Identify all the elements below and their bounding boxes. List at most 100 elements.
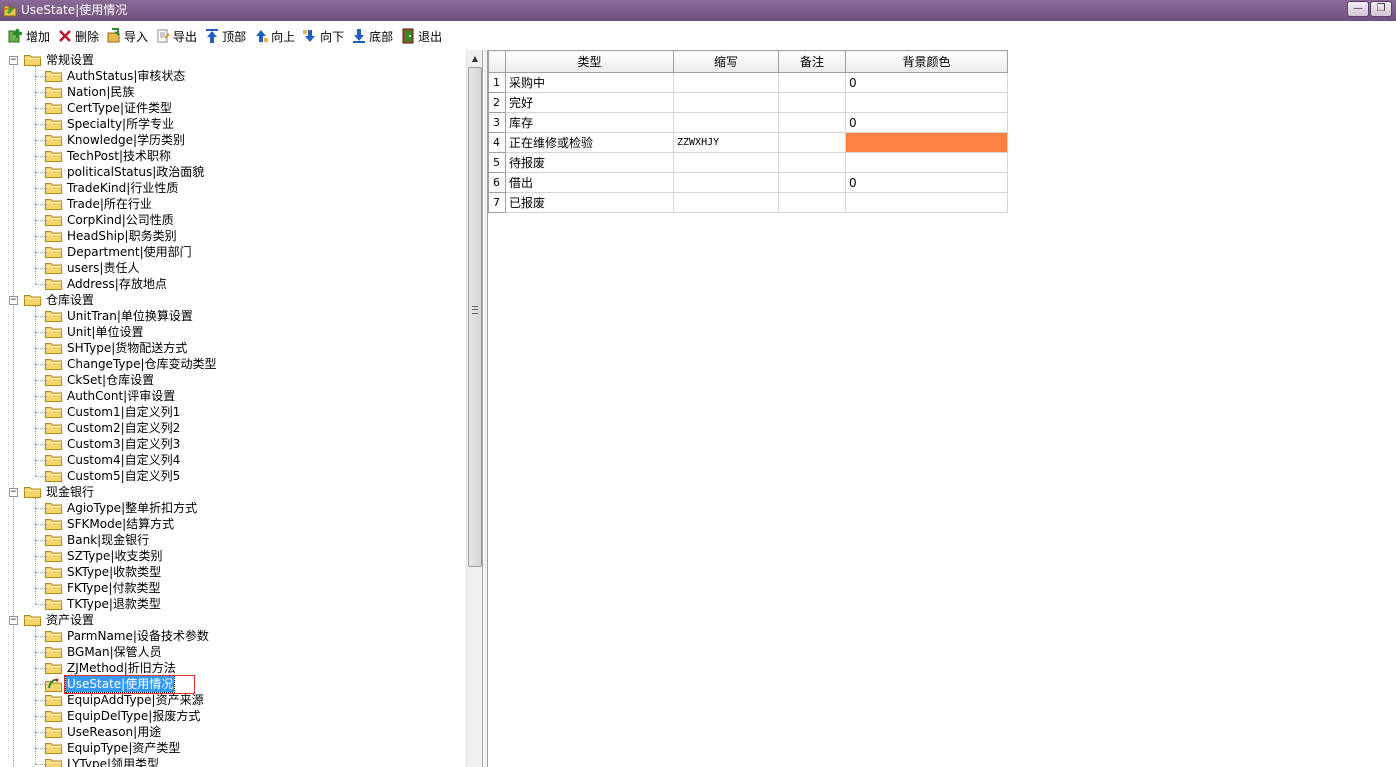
tree-item[interactable]: ZJMethod|折旧方法 bbox=[45, 660, 177, 676]
background-color-cell[interactable] bbox=[845, 192, 1008, 213]
collapse-toggle-icon[interactable]: − bbox=[9, 55, 18, 65]
column-header[interactable]: 备注 bbox=[778, 50, 846, 73]
note-cell[interactable] bbox=[778, 112, 846, 133]
tree-item[interactable]: CkSet|仓库设置 bbox=[45, 372, 155, 388]
background-color-cell[interactable]: 0 bbox=[845, 72, 1008, 93]
table-row[interactable]: 2 完好 bbox=[488, 92, 1008, 113]
tree-group-1[interactable]: − 常规设置 bbox=[9, 52, 95, 68]
tree-item[interactable]: ChangeType|仓库变动类型 bbox=[45, 356, 218, 372]
background-color-cell[interactable]: 0 bbox=[845, 172, 1008, 193]
column-header[interactable]: 背景颜色 bbox=[845, 50, 1008, 73]
abbreviation-cell[interactable] bbox=[673, 92, 779, 113]
grid-corner-cell[interactable] bbox=[488, 50, 506, 73]
note-cell[interactable] bbox=[778, 92, 846, 113]
tree-item[interactable]: CorpKind|公司性质 bbox=[45, 212, 175, 228]
note-cell[interactable] bbox=[778, 192, 846, 213]
table-row[interactable]: 6 借出 0 bbox=[488, 172, 1008, 193]
tree-item[interactable]: SZType|收支类别 bbox=[45, 548, 163, 564]
table-row[interactable]: 7 已报废 bbox=[488, 192, 1008, 213]
abbreviation-cell[interactable] bbox=[673, 112, 779, 133]
add-button[interactable]: 增加 bbox=[8, 25, 50, 47]
tree-item[interactable]: Unit|单位设置 bbox=[45, 324, 144, 340]
tree-item[interactable]: CertType|证件类型 bbox=[45, 100, 173, 116]
tree-item[interactable]: Nation|民族 bbox=[45, 84, 135, 100]
export-button[interactable]: 导出 bbox=[155, 25, 197, 47]
tree-item[interactable]: Custom2|自定义列2 bbox=[45, 420, 181, 436]
tree-item[interactable]: politicalStatus|政治面貌 bbox=[45, 164, 205, 180]
tree-item[interactable]: Address|存放地点 bbox=[45, 276, 168, 292]
settings-tree[interactable]: − 常规设置 AuthStatus|审核状态 Nation|民族 CertType|证件… bbox=[0, 50, 466, 767]
type-cell[interactable]: 已报废 bbox=[505, 192, 674, 213]
exit-button[interactable]: 退出 bbox=[400, 25, 442, 47]
tree-item[interactable]: UnitTran|单位换算设置 bbox=[45, 308, 194, 324]
tree-item[interactable]: AuthCont|评审设置 bbox=[45, 388, 176, 404]
tree-item[interactable]: Knowledge|学历类别 bbox=[45, 132, 186, 148]
restore-button[interactable]: ❐ bbox=[1370, 1, 1392, 17]
delete-button[interactable]: 删除 bbox=[57, 25, 99, 47]
note-cell[interactable] bbox=[778, 132, 846, 153]
tree-item[interactable]: LYType|领用类型 bbox=[45, 756, 160, 767]
note-cell[interactable] bbox=[778, 72, 846, 93]
up-button[interactable]: 向上 bbox=[253, 25, 295, 47]
tree-item[interactable]: ParmName|设备技术参数 bbox=[45, 628, 210, 644]
type-cell[interactable]: 采购中 bbox=[505, 72, 674, 93]
tree-item[interactable]: Specialty|所学专业 bbox=[45, 116, 175, 132]
tree-item[interactable]: Trade|所在行业 bbox=[45, 196, 153, 212]
tree-item[interactable]: Custom4|自定义列4 bbox=[45, 452, 181, 468]
tree-item[interactable]: HeadShip|职务类别 bbox=[45, 228, 178, 244]
tree-item[interactable]: AuthStatus|审核状态 bbox=[45, 68, 186, 84]
tree-item[interactable]: EquipType|资产类型 bbox=[45, 740, 181, 756]
tree-group-3[interactable]: − 现金银行 bbox=[9, 484, 95, 500]
type-cell[interactable]: 正在维修或检验 bbox=[505, 132, 674, 153]
minimize-button[interactable]: — bbox=[1347, 1, 1369, 17]
tree-item[interactable]: UseReason|用途 bbox=[45, 724, 162, 740]
tree-item[interactable]: Department|使用部门 bbox=[45, 244, 193, 260]
tree-item[interactable]: TradeKind|行业性质 bbox=[45, 180, 179, 196]
tree-item[interactable]: SHType|货物配送方式 bbox=[45, 340, 188, 356]
tree-group-4[interactable]: − 资产设置 bbox=[9, 612, 95, 628]
abbreviation-cell[interactable] bbox=[673, 72, 779, 93]
type-cell[interactable]: 完好 bbox=[505, 92, 674, 113]
tree-item[interactable]: users|责任人 bbox=[45, 260, 140, 276]
collapse-toggle-icon[interactable]: − bbox=[9, 615, 18, 625]
tree-item[interactable]: BGMan|保管人员 bbox=[45, 644, 163, 660]
tree-item[interactable]: TechPost|技术职称 bbox=[45, 148, 172, 164]
scrollbar-thumb[interactable] bbox=[468, 67, 482, 567]
tree-group-2[interactable]: − 仓库设置 bbox=[9, 292, 95, 308]
background-color-cell[interactable] bbox=[845, 132, 1008, 153]
tree-item[interactable]: Bank|现金银行 bbox=[45, 532, 150, 548]
table-row[interactable]: 1 采购中 0 bbox=[488, 72, 1008, 93]
note-cell[interactable] bbox=[778, 172, 846, 193]
bottom-button[interactable]: 底部 bbox=[351, 25, 393, 47]
collapse-toggle-icon[interactable]: − bbox=[9, 295, 18, 305]
background-color-cell[interactable] bbox=[845, 92, 1008, 113]
tree-item[interactable]: SKType|收款类型 bbox=[45, 564, 162, 580]
background-color-cell[interactable] bbox=[845, 152, 1008, 173]
tree-item[interactable]: Custom1|自定义列1 bbox=[45, 404, 181, 420]
top-button[interactable]: 顶部 bbox=[204, 25, 246, 47]
column-header[interactable]: 缩写 bbox=[673, 50, 779, 73]
tree-item[interactable]: FKType|付款类型 bbox=[45, 580, 161, 596]
tree-item[interactable]: Custom5|自定义列5 bbox=[45, 468, 181, 484]
collapse-toggle-icon[interactable]: − bbox=[9, 487, 18, 497]
tree-item[interactable]: AgioType|整单折扣方式 bbox=[45, 500, 198, 516]
tree-item[interactable]: Custom3|自定义列3 bbox=[45, 436, 181, 452]
abbreviation-cell[interactable] bbox=[673, 152, 779, 173]
import-button[interactable]: 导入 bbox=[106, 25, 148, 47]
use-state-grid[interactable]: 类型 缩写 备注 背景颜色 1 采购中 0 2 完好 3 库存 0 4 正在维修或检验 ZZWXHJY 5 待… bbox=[488, 50, 1008, 213]
abbreviation-cell[interactable]: ZZWXHJY bbox=[673, 132, 779, 153]
note-cell[interactable] bbox=[778, 152, 846, 173]
tree-item[interactable]: TKType|退款类型 bbox=[45, 596, 162, 612]
type-cell[interactable]: 待报废 bbox=[505, 152, 674, 173]
scroll-up-arrow-icon[interactable]: ▲ bbox=[467, 50, 482, 67]
abbreviation-cell[interactable] bbox=[673, 172, 779, 193]
table-row[interactable]: 5 待报废 bbox=[488, 152, 1008, 173]
down-button[interactable]: 向下 bbox=[302, 25, 344, 47]
tree-vertical-scrollbar[interactable]: ▲ bbox=[466, 50, 482, 767]
type-cell[interactable]: 借出 bbox=[505, 172, 674, 193]
column-header[interactable]: 类型 bbox=[505, 50, 674, 73]
table-row[interactable]: 4 正在维修或检验 ZZWXHJY bbox=[488, 132, 1008, 153]
tree-item[interactable]: EquipDelType|报废方式 bbox=[45, 708, 201, 724]
table-row[interactable]: 3 库存 0 bbox=[488, 112, 1008, 133]
tree-item[interactable]: SFKMode|结算方式 bbox=[45, 516, 175, 532]
